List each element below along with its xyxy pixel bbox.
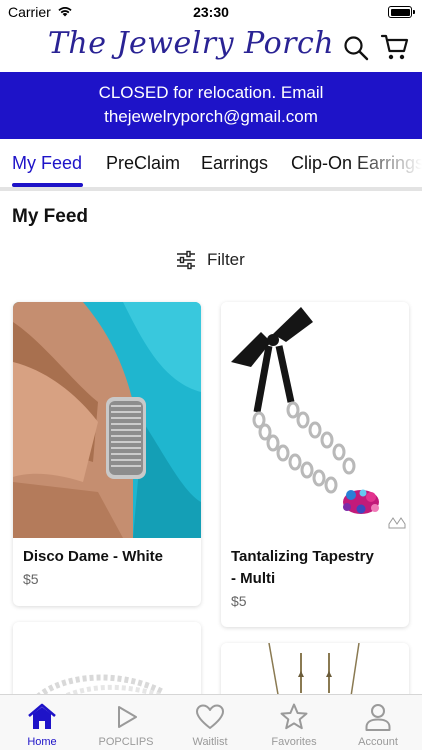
product-card[interactable]: Disco Dame - White $5	[13, 302, 201, 606]
active-tab-indicator	[12, 183, 83, 187]
heart-icon	[196, 704, 224, 729]
tab-popclips-label: POPCLIPS	[98, 736, 154, 748]
person-icon	[365, 704, 391, 731]
tab-popclips[interactable]: POPCLIPS	[84, 695, 168, 750]
clock-label: 23:30	[193, 4, 229, 20]
play-icon	[118, 706, 137, 728]
product-card[interactable]: Tantalizing Tapestry - Multi $5	[221, 302, 409, 627]
product-price: $5	[23, 571, 39, 587]
product-name: Disco Dame - White	[23, 548, 164, 565]
tab-home[interactable]: Home	[0, 695, 84, 750]
tab-waitlist-label: Waitlist	[192, 736, 228, 748]
banner-email-link[interactable]: thejewelryporch@gmail.com	[0, 105, 422, 129]
product-image[interactable]	[13, 302, 201, 538]
tab-favorites[interactable]: Favorites	[252, 695, 336, 750]
cart-icon[interactable]	[380, 32, 410, 62]
filter-label: Filter	[207, 250, 245, 269]
tab-fade	[352, 139, 422, 187]
product-name-line-1: Tantalizing Tapestry	[231, 548, 374, 565]
product-name-line-2: - Multi	[231, 570, 276, 587]
status-bar: Carrier 23:30	[0, 0, 422, 24]
home-icon	[28, 703, 56, 729]
star-icon	[280, 703, 308, 730]
tab-preclaim[interactable]: PreClaim	[106, 153, 180, 174]
tab-waitlist[interactable]: Waitlist	[168, 695, 252, 750]
tab-account-label: Account	[358, 736, 398, 748]
tab-account[interactable]: Account	[336, 695, 420, 750]
sliders-icon	[177, 250, 195, 270]
bottom-tab-bar: Home POPCLIPS Waitlist Favorites Account	[0, 694, 422, 750]
search-icon[interactable]	[342, 34, 370, 62]
banner-line-1: CLOSED for relocation. Email	[98, 83, 324, 102]
tab-home-label: Home	[27, 736, 57, 748]
tab-favorites-label: Favorites	[271, 736, 317, 748]
battery-icon	[388, 6, 415, 18]
app-header: The Jewelry Porch	[0, 24, 422, 72]
brand-logo[interactable]: The Jewelry Porch	[0, 26, 382, 61]
product-price: $5	[231, 593, 247, 609]
section-title: My Feed	[12, 206, 89, 227]
announcement-banner: CLOSED for relocation. Email thejewelryp…	[0, 72, 422, 139]
tab-my-feed[interactable]: My Feed	[12, 153, 82, 174]
tab-earrings[interactable]: Earrings	[201, 153, 268, 174]
category-tabs: My Feed PreClaim Earrings Clip-On Earrin…	[0, 139, 422, 191]
product-image[interactable]	[221, 302, 409, 538]
